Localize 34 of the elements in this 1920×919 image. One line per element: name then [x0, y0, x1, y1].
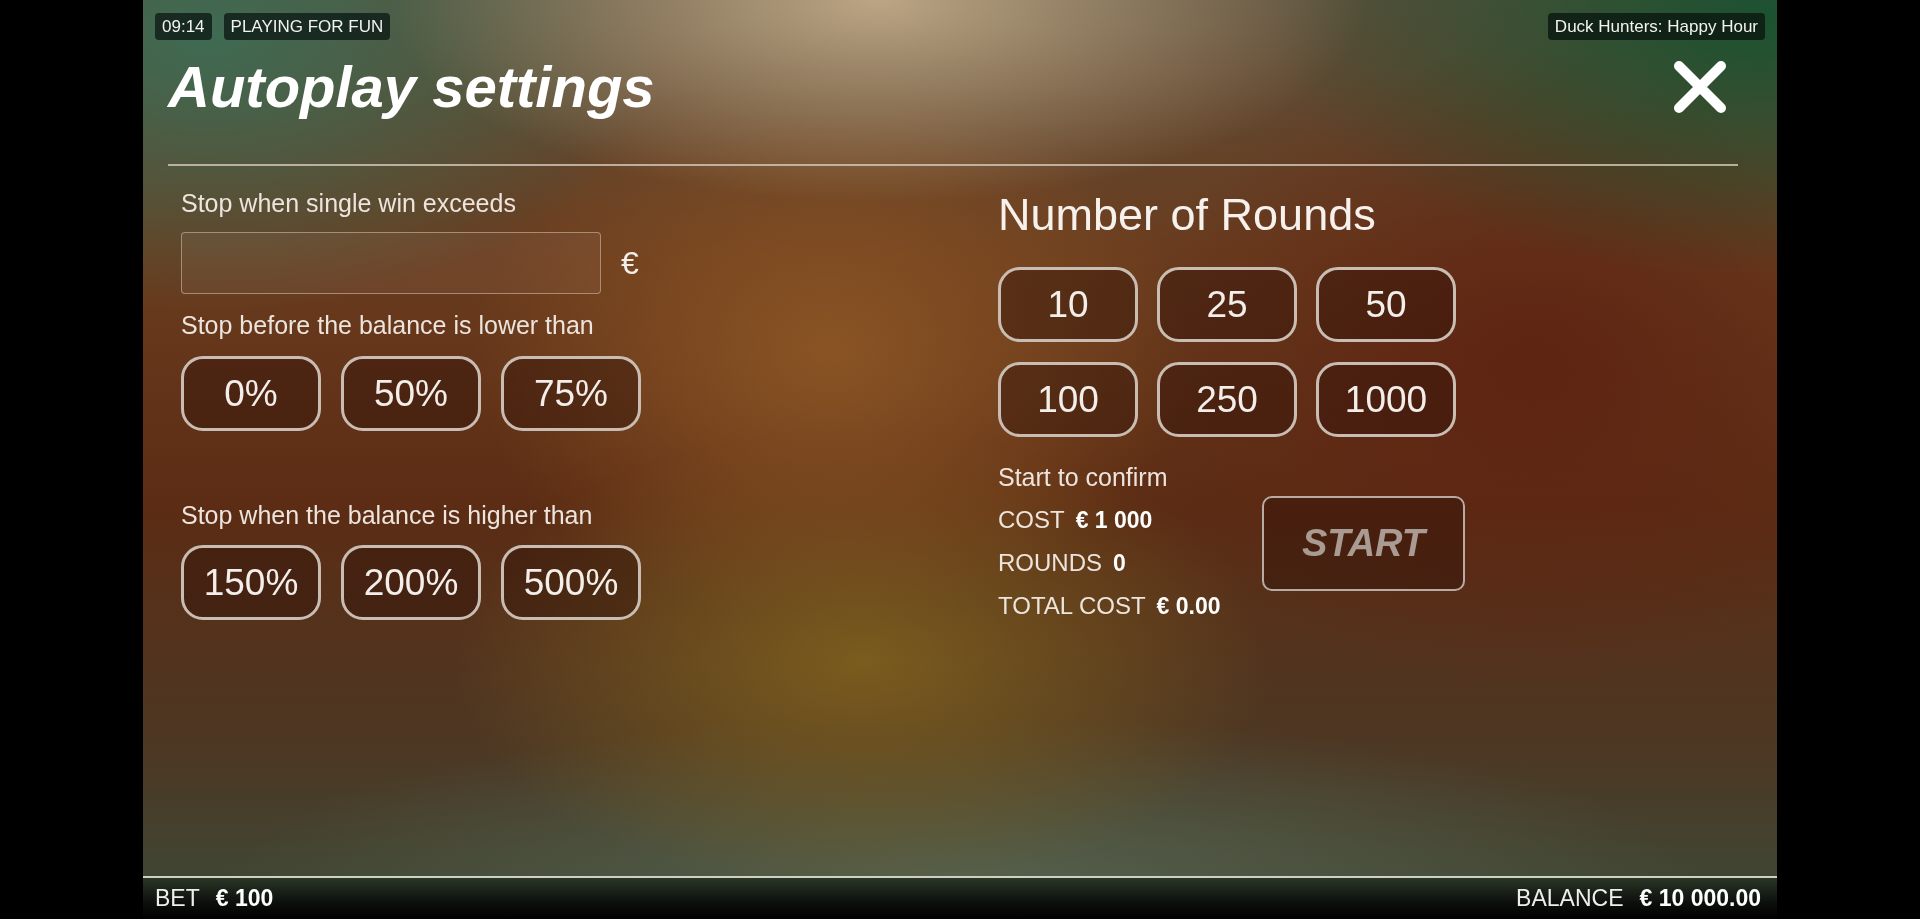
field-label: Stop when single win exceeds	[181, 188, 517, 218]
time-display: 09:14	[155, 13, 212, 40]
win-limit-input[interactable]	[181, 232, 601, 294]
currency-symbol: €	[621, 247, 639, 279]
section-label: Stop when the balance is higher than	[181, 500, 594, 530]
summary-label: ROUNDS	[998, 548, 1102, 578]
summary-value: € 1 000	[1075, 506, 1153, 535]
confirm-hint: Start to confirm	[998, 462, 1169, 492]
rounds-option-button[interactable]: 25	[1157, 267, 1297, 342]
game-name-label: Duck Hunters: Happy Hour	[1547, 13, 1765, 40]
percentage-option-button[interactable]: 150%	[181, 545, 321, 620]
rounds-option-button[interactable]: 100	[998, 362, 1138, 437]
section-heading: Number of Rounds	[998, 188, 1377, 242]
rounds-option-button[interactable]: 1000	[1316, 362, 1456, 437]
summary-value: 0	[1113, 549, 1126, 578]
percentage-option-button[interactable]: 200%	[341, 545, 481, 620]
mode-indicator: PLAYING FOR FUN	[223, 13, 391, 40]
summary-label: COST	[998, 505, 1065, 535]
percentage-option-button[interactable]: 500%	[501, 545, 641, 620]
summary-value: € 0.00	[1156, 592, 1221, 621]
rounds-option-button[interactable]: 50	[1316, 267, 1456, 342]
section-label: Stop before the balance is lower than	[181, 310, 595, 340]
close-icon	[1673, 61, 1727, 113]
close-button[interactable]	[1673, 61, 1727, 113]
percentage-option-button[interactable]: 75%	[501, 356, 641, 431]
balance-value: € 10 000.00	[1639, 887, 1761, 910]
bet-label: BET	[155, 887, 200, 910]
summary-label: TOTAL COST	[998, 591, 1146, 621]
rounds-option-button[interactable]: 10	[998, 267, 1138, 342]
rounds-option-button[interactable]: 250	[1157, 362, 1297, 437]
bet-value: € 100	[215, 887, 274, 910]
balance-label: BALANCE	[1516, 887, 1624, 910]
percentage-option-button[interactable]: 50%	[341, 356, 481, 431]
percentage-option-button[interactable]: 0%	[181, 356, 321, 431]
